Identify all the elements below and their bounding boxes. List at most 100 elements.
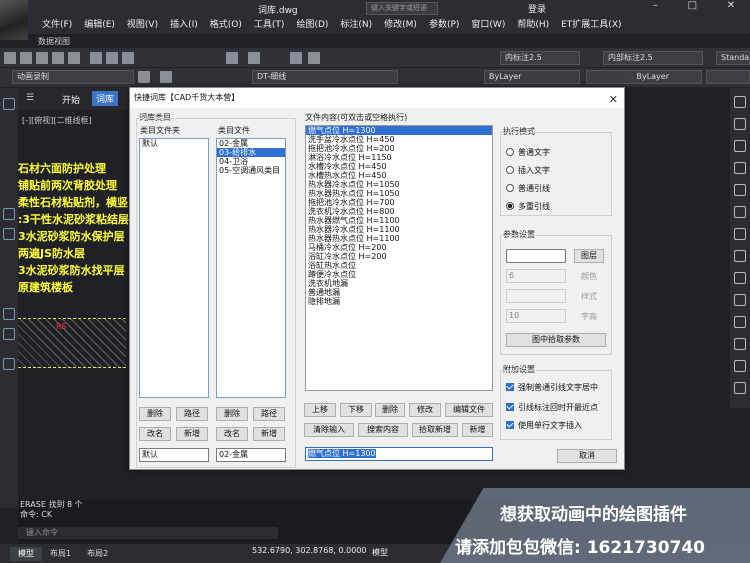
close-icon[interactable]: ✕ xyxy=(727,0,735,16)
menu-window[interactable]: 窗口(W) xyxy=(465,18,511,32)
list-item[interactable]: 浴缸冷水点位 H=200 xyxy=(306,252,492,261)
list-item[interactable]: 热水器热水点位 H=1050 xyxy=(306,189,492,198)
search-content-button[interactable]: 搜索内容 xyxy=(358,423,408,437)
list-item[interactable]: 热水器热水点位 H=1100 xyxy=(306,234,492,243)
erase-icon[interactable] xyxy=(734,96,746,108)
content-input[interactable]: 燃气点位 H=1300 xyxy=(305,447,493,461)
list-item[interactable]: 热水器冷水点位 H=1050 xyxy=(306,180,492,189)
list-item[interactable]: 拖把池冷水点位 H=200 xyxy=(306,144,492,153)
pick-add-button[interactable]: 拾取新增 xyxy=(412,423,458,437)
file-list[interactable]: 02-金属 03-给排水 04-卫浴 05-空调通风类目 xyxy=(216,138,286,398)
clear-input-button[interactable]: 清除输入 xyxy=(304,423,354,437)
single-line-text-checkbox[interactable]: 使用单行文字插入 xyxy=(506,420,582,431)
list-item-selected[interactable]: 燃气点位 H=1300 xyxy=(306,126,492,135)
list-item[interactable]: 洗衣机冷水点位 H=800 xyxy=(306,207,492,216)
menu-edit[interactable]: 编辑(E) xyxy=(78,18,121,32)
login-button[interactable]: 登录 xyxy=(528,2,546,15)
menu-parameters[interactable]: 参数(P) xyxy=(423,18,465,32)
menu-insert[interactable]: 插入(I) xyxy=(164,18,204,32)
workspace-dropdown[interactable]: 动画录制 xyxy=(12,70,134,84)
rotate-tool-icon[interactable] xyxy=(3,228,15,240)
delete-item-button[interactable]: 删除 xyxy=(375,403,405,417)
list-item[interactable]: 04-卫浴 xyxy=(217,157,285,166)
multileader-style-dropdown[interactable]: 内部标注2.5 xyxy=(603,51,703,65)
zoom-icon[interactable] xyxy=(308,52,320,64)
mode-radio-multileader[interactable]: 多重引线 xyxy=(506,201,550,212)
add-item-button[interactable]: 新增 xyxy=(462,423,493,437)
pick-params-button[interactable]: 图中拾取参数 xyxy=(506,333,606,347)
cut-icon[interactable] xyxy=(90,52,102,64)
spline-tool-icon[interactable] xyxy=(3,358,15,370)
rename-file-button[interactable]: 改名 xyxy=(216,427,248,441)
list-item[interactable]: 水槽热水点位 H=450 xyxy=(306,171,492,180)
move-up-button[interactable]: 上移 xyxy=(304,403,336,417)
mode-radio-plain-text[interactable]: 普通文字 xyxy=(506,147,550,158)
pan-icon[interactable] xyxy=(290,52,302,64)
layer-field[interactable] xyxy=(506,249,566,263)
tab-current-file[interactable]: 词库 xyxy=(92,91,119,106)
offset-icon[interactable] xyxy=(734,162,746,174)
move-down-button[interactable]: 下移 xyxy=(340,403,372,417)
minimize-icon[interactable]: – xyxy=(653,0,658,16)
scale-icon[interactable] xyxy=(734,250,746,262)
save-icon[interactable] xyxy=(36,52,48,64)
paste-icon[interactable] xyxy=(122,52,134,64)
menu-file[interactable]: 文件(F) xyxy=(36,18,78,32)
preview-icon[interactable] xyxy=(68,52,80,64)
folder-path-button[interactable]: 路径 xyxy=(176,407,208,421)
rotate-icon[interactable] xyxy=(734,228,746,240)
list-item-selected[interactable]: 03-给排水 xyxy=(217,148,285,157)
maximize-icon[interactable]: □ xyxy=(688,0,697,16)
stretch-icon[interactable] xyxy=(734,272,746,284)
tab-layout1[interactable]: 布局1 xyxy=(42,547,79,561)
color-button[interactable]: 颜色 xyxy=(574,271,604,282)
settings-icon[interactable] xyxy=(138,71,150,83)
menu-view[interactable]: 视图(V) xyxy=(121,18,164,32)
array-icon[interactable] xyxy=(734,184,746,196)
line-tool-icon[interactable] xyxy=(3,98,15,110)
model-space-toggle[interactable]: 模型 xyxy=(372,547,388,558)
list-item[interactable]: 05-空调通风类目 xyxy=(217,166,285,175)
add-file-button[interactable]: 新增 xyxy=(253,427,285,441)
search-input[interactable]: 键入关键字或短语 xyxy=(366,2,438,15)
list-item[interactable]: 热水器冷水点位 H=1100 xyxy=(306,225,492,234)
menu-dimension[interactable]: 标注(N) xyxy=(334,18,378,32)
color-field[interactable]: 6 xyxy=(506,269,566,283)
folder-name-field[interactable]: 默认 xyxy=(139,448,209,462)
cancel-button[interactable]: 取消 xyxy=(557,449,617,463)
move-tool-icon[interactable] xyxy=(3,208,15,220)
command-input[interactable]: 键入命令 xyxy=(18,527,278,539)
file-path-button[interactable]: 路径 xyxy=(253,407,285,421)
menu-draw[interactable]: 绘图(D) xyxy=(290,18,334,32)
list-item[interactable]: 隐排地漏 xyxy=(306,297,492,306)
list-item[interactable]: 拖把池冷水点位 H=700 xyxy=(306,198,492,207)
rename-folder-button[interactable]: 改名 xyxy=(139,427,171,441)
list-item[interactable]: 02-金属 xyxy=(217,139,285,148)
close-icon[interactable]: ✕ xyxy=(609,90,618,110)
mode-radio-plain-leader[interactable]: 普通引线 xyxy=(506,183,550,194)
extend-icon[interactable] xyxy=(734,316,746,328)
list-item[interactable]: 马桶冷水点位 H=200 xyxy=(306,243,492,252)
explode-icon[interactable] xyxy=(734,382,746,394)
edit-file-button[interactable]: 编辑文件 xyxy=(445,403,493,417)
fillet-icon[interactable] xyxy=(734,360,746,372)
print-icon[interactable] xyxy=(52,52,64,64)
open-file-icon[interactable] xyxy=(20,52,32,64)
list-item[interactable]: 默认 xyxy=(140,139,208,148)
tab-start[interactable]: 开始 xyxy=(62,93,80,106)
modify-item-button[interactable]: 修改 xyxy=(409,403,441,417)
list-item[interactable]: 普通地漏 xyxy=(306,288,492,297)
content-list[interactable]: 燃气点位 H=1300 洗手盆冷水点位 H=450 拖把池冷水点位 H=200 … xyxy=(305,125,493,391)
nearest-point-checkbox[interactable]: 引线标注回时开最近点 xyxy=(506,402,598,413)
redo-icon[interactable] xyxy=(248,52,260,64)
menu-et-tools[interactable]: ET扩展工具(X) xyxy=(555,18,627,32)
style-button[interactable]: 样式 xyxy=(574,291,604,302)
tab-model[interactable]: 模型 xyxy=(10,546,42,561)
trim-icon[interactable] xyxy=(734,294,746,306)
menu-tools[interactable]: 工具(T) xyxy=(248,18,291,32)
linetype-dropdown[interactable]: ByLayer xyxy=(586,70,702,84)
file-name-field[interactable]: 02-金属 xyxy=(216,448,286,462)
text-height-field[interactable]: 10 xyxy=(506,309,566,323)
color-dropdown[interactable]: ByLayer xyxy=(484,70,580,84)
layer-dropdown[interactable]: DT-细线 xyxy=(252,70,398,84)
